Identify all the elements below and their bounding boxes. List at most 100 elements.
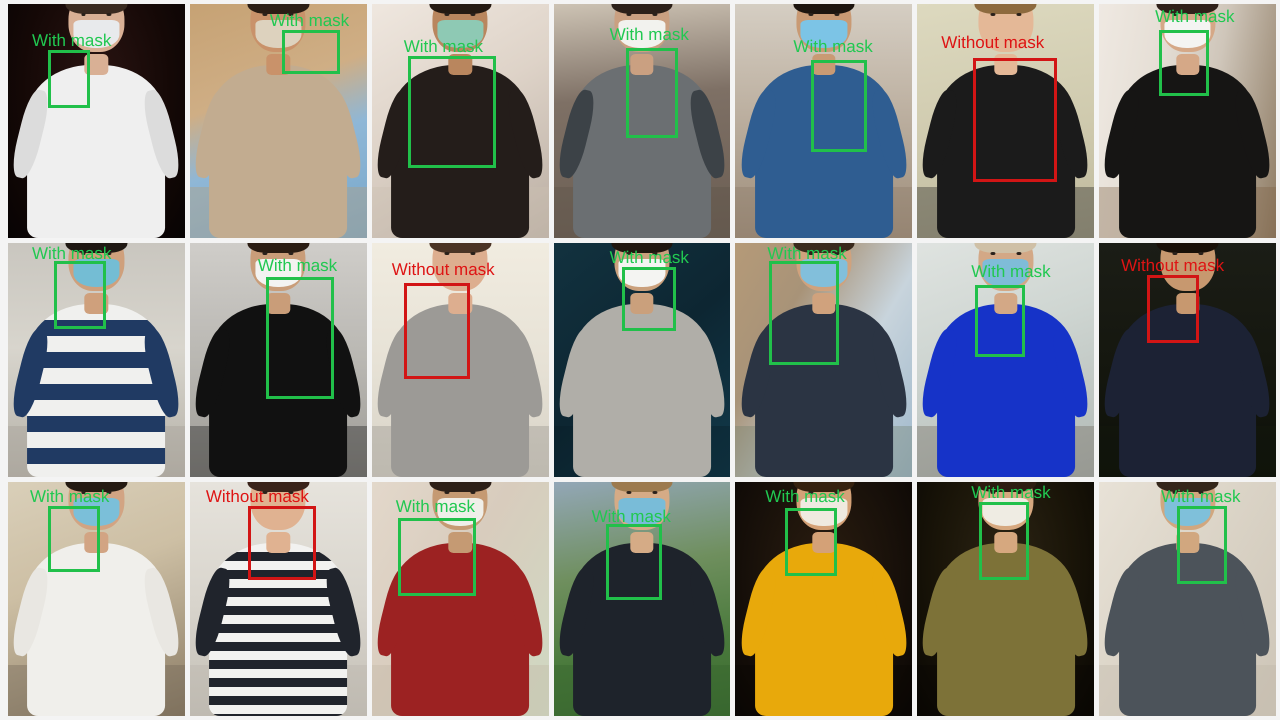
photo-image	[189, 482, 367, 716]
person-neck	[448, 293, 472, 315]
detection-cell[interactable]: With mask	[1099, 4, 1276, 238]
person-neck	[84, 293, 109, 315]
person-hair	[611, 4, 673, 15]
person-neck	[448, 532, 472, 554]
detection-cell[interactable]: With mask	[553, 243, 731, 477]
person-neck	[266, 532, 290, 554]
detection-cell[interactable]: Without mask	[371, 243, 549, 477]
detection-cell[interactable]: With mask	[189, 243, 367, 477]
person-figure	[1099, 243, 1276, 477]
person-figure	[554, 243, 730, 477]
detection-cell[interactable]: With mask	[1099, 482, 1276, 716]
detection-label: With mask	[32, 244, 112, 263]
person-neck	[84, 532, 109, 554]
person-neck	[993, 532, 1018, 554]
person-figure	[554, 4, 730, 238]
person-neck	[1175, 54, 1200, 76]
person-neck	[1175, 293, 1200, 315]
photo-image	[735, 482, 913, 716]
person-eye-right	[106, 12, 112, 16]
detection-label: With mask	[1155, 7, 1235, 26]
detection-cell[interactable]: With mask	[735, 243, 913, 477]
person-torso	[936, 64, 1075, 238]
photo-image	[1099, 4, 1276, 238]
person-figure	[190, 482, 367, 716]
face-mask	[800, 259, 848, 288]
photo-image	[553, 243, 731, 477]
person-eye-left	[262, 12, 268, 16]
detection-label: With mask	[765, 487, 845, 506]
person-neck	[630, 293, 654, 315]
photo-image	[371, 482, 549, 716]
person-neck	[448, 54, 472, 76]
detection-results-grid: With mask With mask With mask With mask With…	[0, 0, 1280, 720]
person-hair	[974, 4, 1037, 15]
detection-label: Without mask	[941, 33, 1045, 52]
person-hair	[429, 482, 492, 493]
person-eye-right	[470, 251, 476, 255]
photo-image	[1099, 482, 1276, 716]
person-neck	[84, 54, 109, 76]
person-eye-left	[80, 12, 86, 16]
photo-image	[917, 482, 1095, 716]
face-mask	[73, 259, 120, 288]
person-eye-right	[1016, 251, 1022, 255]
person-neck	[266, 54, 290, 76]
photo-image	[189, 4, 367, 238]
person-torso	[209, 303, 348, 477]
detection-cell[interactable]: With mask	[553, 4, 731, 238]
detection-label: With mask	[609, 25, 689, 44]
person-eye-right	[834, 12, 840, 16]
detection-cell[interactable]: With mask	[735, 482, 913, 716]
person-figure	[1099, 4, 1276, 238]
person-torso	[936, 542, 1075, 716]
person-figure	[190, 4, 367, 238]
person-neck	[993, 293, 1018, 315]
detection-cell[interactable]: Without mask	[1099, 243, 1276, 477]
detection-cell[interactable]: With mask	[189, 4, 367, 238]
person-torso	[936, 303, 1075, 477]
detection-cell[interactable]: With mask	[371, 4, 549, 238]
person-hair	[429, 4, 492, 15]
person-hair	[792, 4, 855, 15]
detection-label: Without mask	[1121, 256, 1225, 275]
person-torso	[573, 64, 711, 238]
detection-label: With mask	[971, 483, 1051, 502]
detection-cell[interactable]: With mask	[917, 243, 1095, 477]
person-torso	[1118, 303, 1257, 477]
person-neck	[993, 54, 1018, 76]
face-mask	[982, 498, 1029, 527]
person-neck	[630, 532, 654, 554]
detection-cell[interactable]: With mask	[8, 243, 185, 477]
person-figure	[8, 482, 185, 716]
person-eye-right	[652, 12, 658, 16]
person-torso	[754, 303, 893, 477]
detection-cell[interactable]: With mask	[735, 4, 913, 238]
detection-label: With mask	[269, 11, 350, 30]
detection-label: With mask	[32, 31, 112, 50]
detection-label: With mask	[793, 37, 873, 56]
person-torso	[209, 542, 348, 716]
person-hair	[1156, 243, 1219, 254]
person-torso	[391, 64, 530, 238]
detection-label: With mask	[767, 244, 847, 263]
detection-cell[interactable]: With mask	[8, 4, 185, 238]
person-eye-left	[990, 12, 996, 16]
person-torso	[573, 542, 711, 716]
person-torso	[27, 303, 166, 477]
person-neck	[630, 54, 654, 76]
detection-cell[interactable]: Without mask	[917, 4, 1095, 238]
person-figure	[554, 482, 730, 716]
detection-cell[interactable]: With mask	[8, 482, 185, 716]
person-torso	[754, 64, 893, 238]
detection-cell[interactable]: With mask	[371, 482, 549, 716]
person-hair	[429, 243, 492, 254]
person-neck	[812, 54, 836, 76]
detection-cell[interactable]: With mask	[553, 482, 731, 716]
person-figure	[190, 243, 367, 477]
detection-cell[interactable]: Without mask	[189, 482, 367, 716]
detection-label: With mask	[30, 487, 110, 506]
detection-cell[interactable]: With mask	[917, 482, 1095, 716]
person-torso	[754, 542, 893, 716]
detection-label: With mask	[395, 497, 476, 516]
